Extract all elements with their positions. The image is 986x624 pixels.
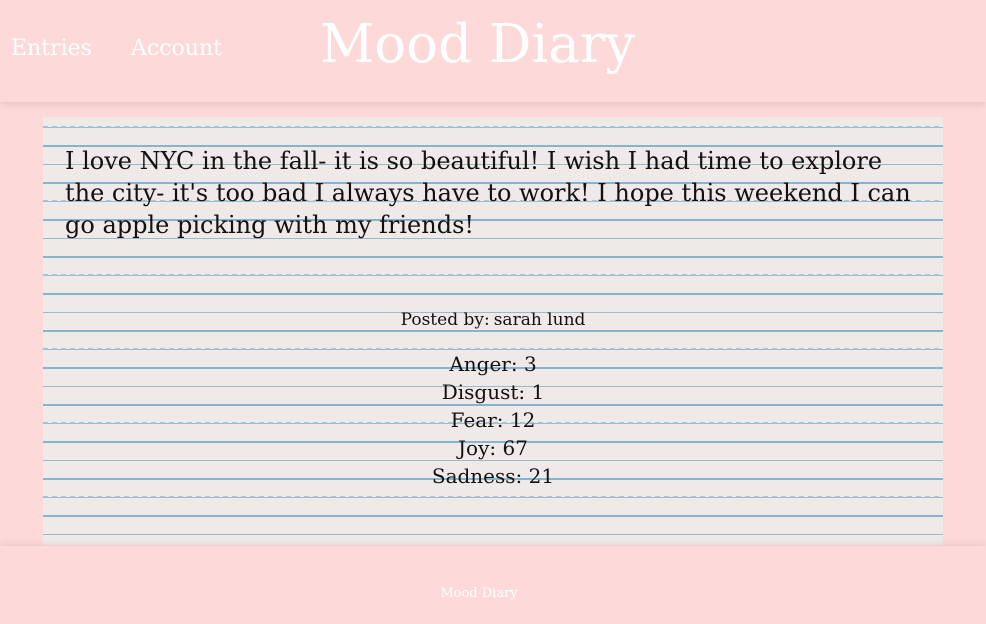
mood-sadness: Sadness: 21 [431,464,555,488]
mood-value: 3 [523,352,537,376]
entry-text: I love NYC in the fall- it is so beautif… [65,147,911,239]
mood-value: 1 [531,380,545,404]
site-footer: Mood Diary [0,546,986,624]
mood-anger: Anger: 3 [449,352,537,376]
mood-joy: Joy: 67 [458,436,528,460]
mood-value: 67 [502,436,528,460]
mood-label: Sadness [431,464,516,488]
mood-value: 12 [509,408,536,432]
mood-label: Anger [449,352,511,376]
mood-label: Joy [458,436,490,460]
mood-value: 21 [528,464,555,488]
site-title: Mood Diary [320,14,636,75]
author-name: sarah lund [493,310,586,330]
mood-scores-list: Anger: 3 Disgust: 1 Fear: 12 Joy: 67 Sad… [43,350,943,490]
mood-label: Disgust [441,380,519,404]
mood-label: Fear [450,408,497,432]
diary-entry-card: I love NYC in the fall- it is so beautif… [43,117,943,545]
mood-disgust: Disgust: 1 [441,380,545,404]
posted-by-label: Posted by: [400,310,490,330]
mood-fear: Fear: 12 [450,408,536,432]
site-header: Entries Account Mood Diary [0,0,986,102]
posted-by: Posted by: sarah lund [43,309,943,331]
footer-text: Mood Diary [440,586,518,601]
nav-entries-link[interactable]: Entries [11,36,92,61]
nav-account-link[interactable]: Account [131,36,222,61]
